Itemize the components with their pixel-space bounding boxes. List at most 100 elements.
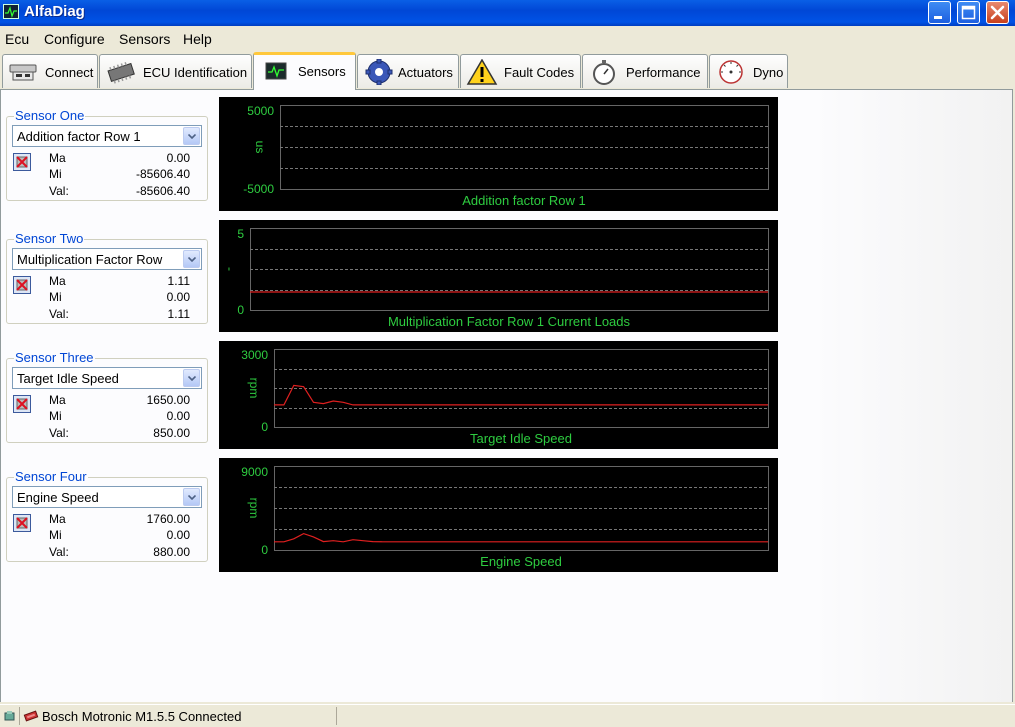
sensor-one-select[interactable]: Addition factor Row 1 xyxy=(12,125,202,147)
sensor-three-max-label: Ma xyxy=(49,393,66,407)
stopwatch-icon xyxy=(593,60,615,85)
sensor-four-select[interactable]: Engine Speed xyxy=(12,486,202,508)
y-tick-label: 0 xyxy=(261,543,268,557)
gauge-icon xyxy=(719,60,743,84)
status-text: Bosch Motronic M1.5.5 Connected xyxy=(42,709,242,724)
sensor-one-group: Sensor One Addition factor Row 1 Ma 0.00… xyxy=(6,108,208,201)
connect-icon xyxy=(9,64,37,81)
sensor-two-title: Sensor Two xyxy=(14,231,85,246)
sensor-three-max-value: 1650.00 xyxy=(146,393,190,407)
chart-title: Target Idle Speed xyxy=(470,431,572,446)
close-button[interactable] xyxy=(986,1,1009,24)
reset-icon xyxy=(16,279,28,291)
sensor-two-selected: Multiplication Factor Row xyxy=(17,252,163,267)
maximize-button[interactable] xyxy=(957,1,980,24)
sensor-four-current-value: 880.00 xyxy=(153,545,190,559)
sensor-two-select[interactable]: Multiplication Factor Row xyxy=(12,248,202,270)
y-tick-label: 9000 xyxy=(241,465,268,479)
sensor-three-current-value: 850.00 xyxy=(153,426,190,440)
sensor-three-chart: 3000 0 rpm Target Idle Speed xyxy=(219,341,778,449)
chart-title: Multiplication Factor Row 1 Current Load… xyxy=(388,314,631,329)
y-tick-label: 3000 xyxy=(241,348,268,362)
sensor-two-clear-button[interactable] xyxy=(13,276,31,294)
menu-sensors[interactable]: Sensors xyxy=(119,31,170,47)
sensor-three-dropdown-button[interactable] xyxy=(183,369,200,387)
sensor-one-min-value: -85606.40 xyxy=(135,167,190,181)
tab-actuators[interactable]: Actuators xyxy=(357,54,459,88)
sensor-one-max-label: Ma xyxy=(49,151,66,165)
sensor-three-min-value: 0.00 xyxy=(166,409,190,423)
sensor-four-val-label: Val: xyxy=(49,545,69,559)
tab-ecu-identification-label: ECU Identification xyxy=(143,65,248,80)
sensor-three-min-label: Mi xyxy=(49,409,62,423)
chevron-down-icon xyxy=(188,376,196,381)
y-axis-label: rpm xyxy=(247,378,261,399)
chevron-down-icon xyxy=(188,495,196,500)
tab-dyno[interactable]: Dyno xyxy=(709,54,788,88)
chart-title: Engine Speed xyxy=(480,554,562,569)
sensor-one-max-value: 0.00 xyxy=(166,151,190,165)
sensor-one-dropdown-button[interactable] xyxy=(183,127,200,145)
y-tick-label: 5 xyxy=(237,227,244,241)
series-line xyxy=(274,532,768,543)
sensor-one-val-label: Val: xyxy=(49,184,69,198)
sensor-two-max-label: Ma xyxy=(49,274,66,288)
tab-sensors[interactable]: Sensors xyxy=(253,52,356,90)
sensor-two-current-value: 1.11 xyxy=(167,307,190,321)
menu-configure[interactable]: Configure xyxy=(44,31,105,47)
sensor-one-current-value: -85606.40 xyxy=(135,184,190,198)
sensor-four-max-label: Ma xyxy=(49,512,66,526)
chevron-down-icon xyxy=(188,134,196,139)
status-divider xyxy=(19,707,20,725)
tab-connect-label: Connect xyxy=(45,65,94,80)
tab-sensors-label: Sensors xyxy=(298,64,346,79)
menu-help[interactable]: Help xyxy=(183,31,212,47)
reset-icon xyxy=(16,517,28,529)
y-tick-label: 5000 xyxy=(247,104,274,118)
sensor-two-group: Sensor Two Multiplication Factor Row Ma … xyxy=(6,231,208,324)
tab-fault-codes[interactable]: Fault Codes xyxy=(460,54,581,88)
sensor-two-chart: 5 0 - Multiplication Factor Row 1 Current L… xyxy=(219,220,778,332)
tab-actuators-label: Actuators xyxy=(398,65,453,80)
reset-icon xyxy=(16,156,28,168)
menu-bar: Ecu Configure Sensors Help xyxy=(0,26,1015,50)
sensor-four-min-value: 0.00 xyxy=(166,528,190,542)
tab-performance[interactable]: Performance xyxy=(582,54,708,88)
sensor-three-select[interactable]: Target Idle Speed xyxy=(12,367,202,389)
sensor-four-selected: Engine Speed xyxy=(17,490,99,505)
y-tick-label: 0 xyxy=(237,303,244,317)
chart-canvas: 5000 -5000 us Addition factor Row 1 xyxy=(243,104,769,208)
sensor-two-min-label: Mi xyxy=(49,290,62,304)
sensor-one-title: Sensor One xyxy=(14,108,86,123)
tab-performance-label: Performance xyxy=(626,65,701,80)
menu-ecu[interactable]: Ecu xyxy=(5,31,29,47)
sensor-one-clear-button[interactable] xyxy=(13,153,31,171)
sensor-four-dropdown-button[interactable] xyxy=(183,488,200,506)
y-axis-label: us xyxy=(253,141,267,154)
gear-icon xyxy=(365,59,393,85)
reset-icon xyxy=(16,398,28,410)
title-bar: AlfaDiag xyxy=(0,0,1015,26)
tab-ecu-identification[interactable]: ECU Identification xyxy=(99,54,252,88)
tab-dyno-label: Dyno xyxy=(753,65,784,80)
sensor-three-val-label: Val: xyxy=(49,426,69,440)
sensor-one-min-label: Mi xyxy=(49,167,62,181)
tab-connect[interactable]: Connect xyxy=(2,54,98,88)
tab-fault-codes-label: Fault Codes xyxy=(504,65,575,80)
sensor-three-selected: Target Idle Speed xyxy=(17,371,119,386)
sensor-one-chart: 5000 -5000 us Addition factor Row 1 xyxy=(219,97,778,211)
sensor-four-chart: 9000 0 rpm Engine Speed xyxy=(219,458,778,572)
sensor-two-dropdown-button[interactable] xyxy=(183,250,200,268)
window-title: AlfaDiag xyxy=(24,3,85,20)
warning-icon xyxy=(466,59,498,85)
chart-canvas: 9000 0 rpm Engine Speed xyxy=(241,465,769,569)
sensor-four-clear-button[interactable] xyxy=(13,514,31,532)
connection-icon xyxy=(4,711,15,721)
minimize-button[interactable] xyxy=(928,1,951,24)
close-icon xyxy=(990,5,1005,20)
chevron-down-icon xyxy=(188,257,196,262)
chart-canvas: 3000 0 rpm Target Idle Speed xyxy=(241,348,769,446)
status-bar: Bosch Motronic M1.5.5 Connected xyxy=(0,704,1015,727)
sensor-three-clear-button[interactable] xyxy=(13,395,31,413)
chip-icon xyxy=(107,61,135,84)
